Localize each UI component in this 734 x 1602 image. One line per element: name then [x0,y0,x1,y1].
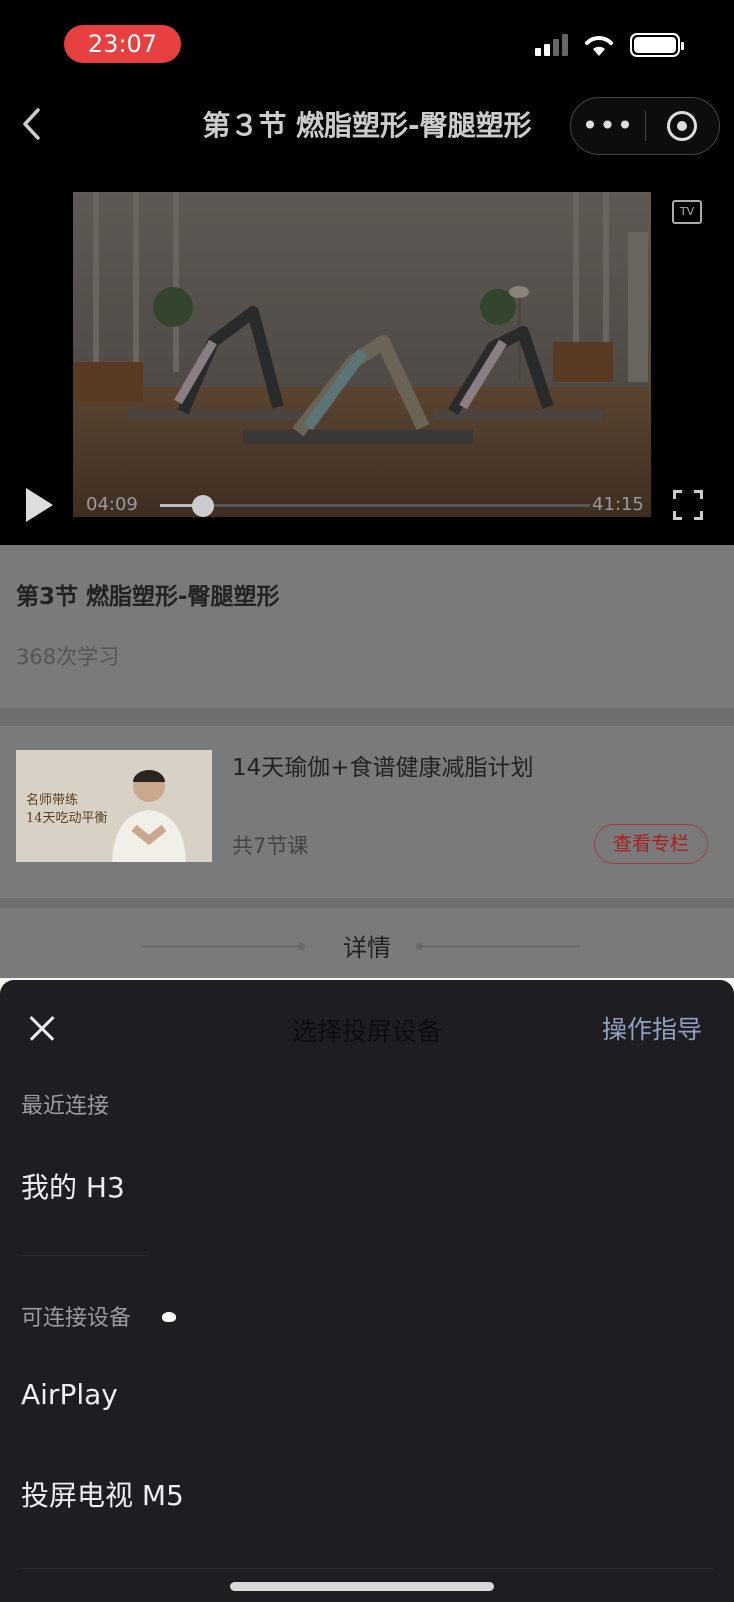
device-item[interactable]: AirPlay [21,1378,118,1411]
progress-bar[interactable] [160,495,590,517]
more-button[interactable]: ••• [571,97,645,155]
progress-knob[interactable] [192,495,214,517]
device-item[interactable]: 我的 H3 [21,1166,125,1206]
total-time: 41:15 [592,494,644,515]
battery-icon [630,33,684,57]
status-icons [535,32,684,58]
tv-cast-icon[interactable]: TV [672,200,702,224]
view-column-button[interactable]: 查看专栏 [594,824,708,864]
page-title: 第３节 燃脂塑形-臀腿塑形 [202,109,532,142]
available-section-label: 可连接设备 [21,1306,132,1331]
target-icon [667,111,698,141]
course-thumbnail[interactable]: 名师带练 14天吃动平衡 [16,750,212,862]
home-indicator[interactable] [230,1582,494,1591]
loading-spinner-icon [162,1312,176,1322]
wifi-icon [585,36,613,56]
lesson-title: 第3节 燃脂塑形-臀腿塑形 [16,584,280,610]
status-time: 23:07 [64,25,181,63]
play-icon[interactable] [26,488,53,522]
study-count: 368次学习 [16,645,120,669]
cast-device-sheet: 选择投屏设备 操作指导 最近连接 我的 H3 可连接设备 AirPlay 投屏电… [0,980,734,1602]
back-arrow-icon [23,108,40,140]
cellular-signal-icon [535,34,568,56]
recent-section-label: 最近连接 [21,1094,110,1119]
device-divider [21,1255,149,1256]
instructor-photo [112,770,186,862]
lesson-info-card: 第3节 燃脂塑形-臀腿塑形 368次学习 [0,545,734,708]
course-lesson-count: 共7节课 [232,834,309,858]
close-program-button[interactable] [646,111,719,141]
section-gap [0,898,734,908]
section-gap [0,708,734,726]
detail-label: 详情 [343,934,391,962]
course-title: 14天瑜伽+食谱健康减脂计划 [232,755,534,781]
video-player[interactable] [73,192,651,517]
divider-line [420,946,580,947]
page: 23:07 第３节 燃脂塑形-臀腿塑形 ••• TV 04:09 41:15 第… [0,0,734,1602]
device-divider [21,1568,713,1569]
course-card[interactable]: 名师带练 14天吃动平衡 14天瑜伽+食谱健康减脂计划 共7节课 查看专栏 [0,726,734,898]
video-frame [73,192,651,517]
current-time: 04:09 [86,494,138,515]
device-item[interactable]: 投屏电视 M5 [21,1474,184,1514]
guide-link[interactable]: 操作指导 [602,1010,702,1046]
back-button[interactable] [18,104,48,144]
thumbnail-caption: 名师带练 14天吃动平衡 [26,793,108,826]
detail-section-header: 详情 [0,908,734,978]
fullscreen-icon[interactable] [673,490,703,520]
mini-program-capsule: ••• [570,97,720,155]
top-area: 23:07 第３节 燃脂塑形-臀腿塑形 ••• TV 04:09 41:15 [0,0,734,545]
